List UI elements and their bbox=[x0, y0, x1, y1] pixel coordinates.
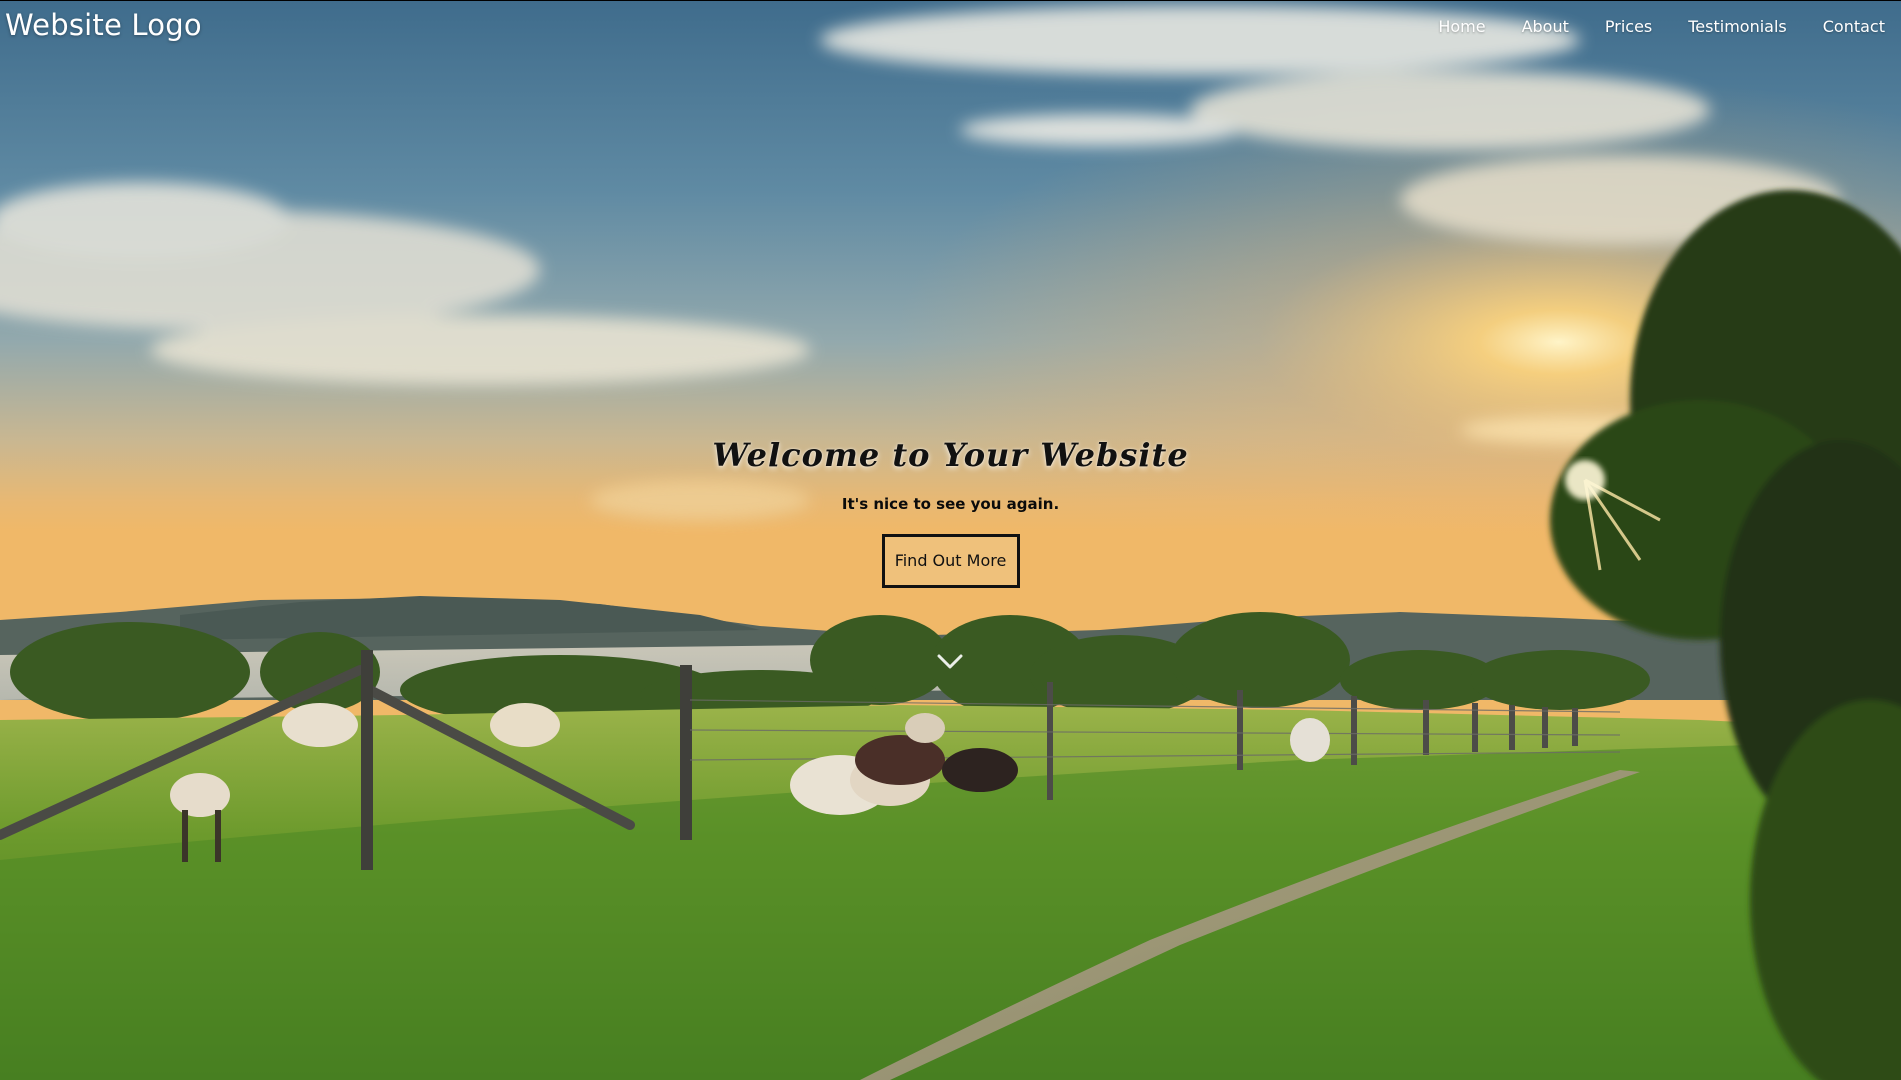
nav-link-contact[interactable]: Contact bbox=[1823, 17, 1885, 36]
page: Website Logo Home About Prices Testimoni… bbox=[0, 0, 1901, 1080]
hero-subtitle: It's nice to see you again. bbox=[841, 495, 1060, 513]
find-out-more-button[interactable]: Find Out More bbox=[881, 534, 1020, 588]
top-border bbox=[0, 0, 1901, 1]
website-logo[interactable]: Website Logo bbox=[5, 8, 202, 42]
main-nav: Home About Prices Testimonials Contact bbox=[1402, 17, 1885, 36]
hero-title: Welcome to Your Website bbox=[712, 436, 1189, 474]
cta-wrapper: Find Out More bbox=[0, 534, 1901, 588]
chevron-down-icon[interactable] bbox=[937, 654, 963, 670]
nav-link-home[interactable]: Home bbox=[1438, 17, 1485, 36]
nav-link-prices[interactable]: Prices bbox=[1605, 17, 1652, 36]
nav-link-testimonials[interactable]: Testimonials bbox=[1688, 17, 1787, 36]
nav-link-about[interactable]: About bbox=[1522, 17, 1569, 36]
hero-content: Welcome to Your Website It's nice to see… bbox=[0, 430, 1901, 588]
